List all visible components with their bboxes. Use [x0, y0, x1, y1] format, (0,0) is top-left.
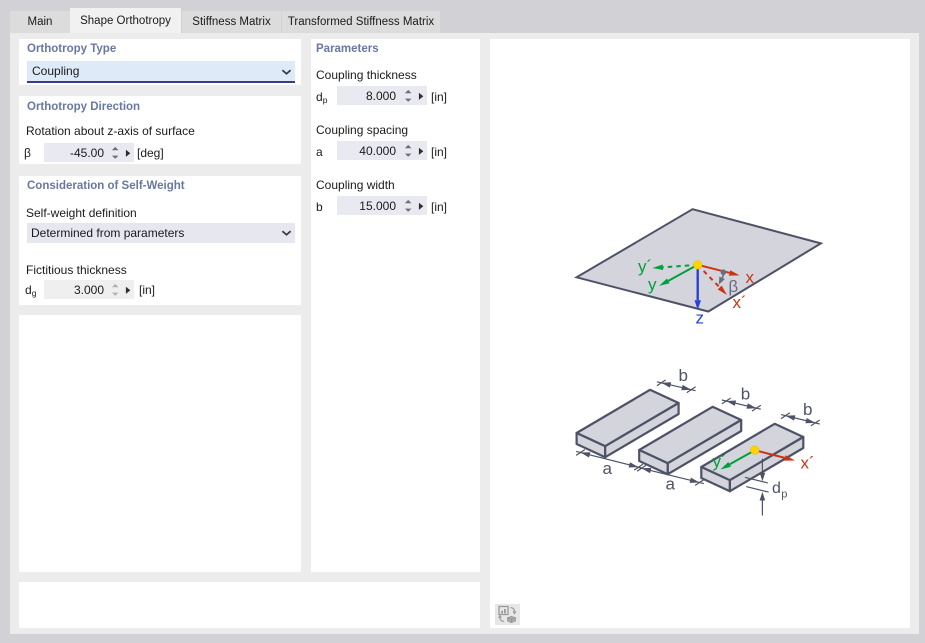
- svg-text:β: β: [728, 277, 738, 296]
- svg-text:b: b: [803, 400, 812, 419]
- svg-text:p: p: [781, 489, 787, 501]
- svg-text:x´: x´: [801, 454, 815, 473]
- svg-text:a: a: [666, 475, 676, 494]
- svg-text:y: y: [648, 275, 657, 294]
- svg-text:y´: y´: [713, 452, 727, 471]
- svg-text:a: a: [603, 459, 613, 478]
- svg-text:z: z: [696, 309, 705, 328]
- svg-text:b: b: [679, 366, 688, 385]
- svg-text:x: x: [746, 268, 755, 287]
- svg-text:y´: y´: [638, 257, 652, 276]
- svg-text:d: d: [772, 480, 781, 497]
- svg-text:b: b: [741, 385, 750, 404]
